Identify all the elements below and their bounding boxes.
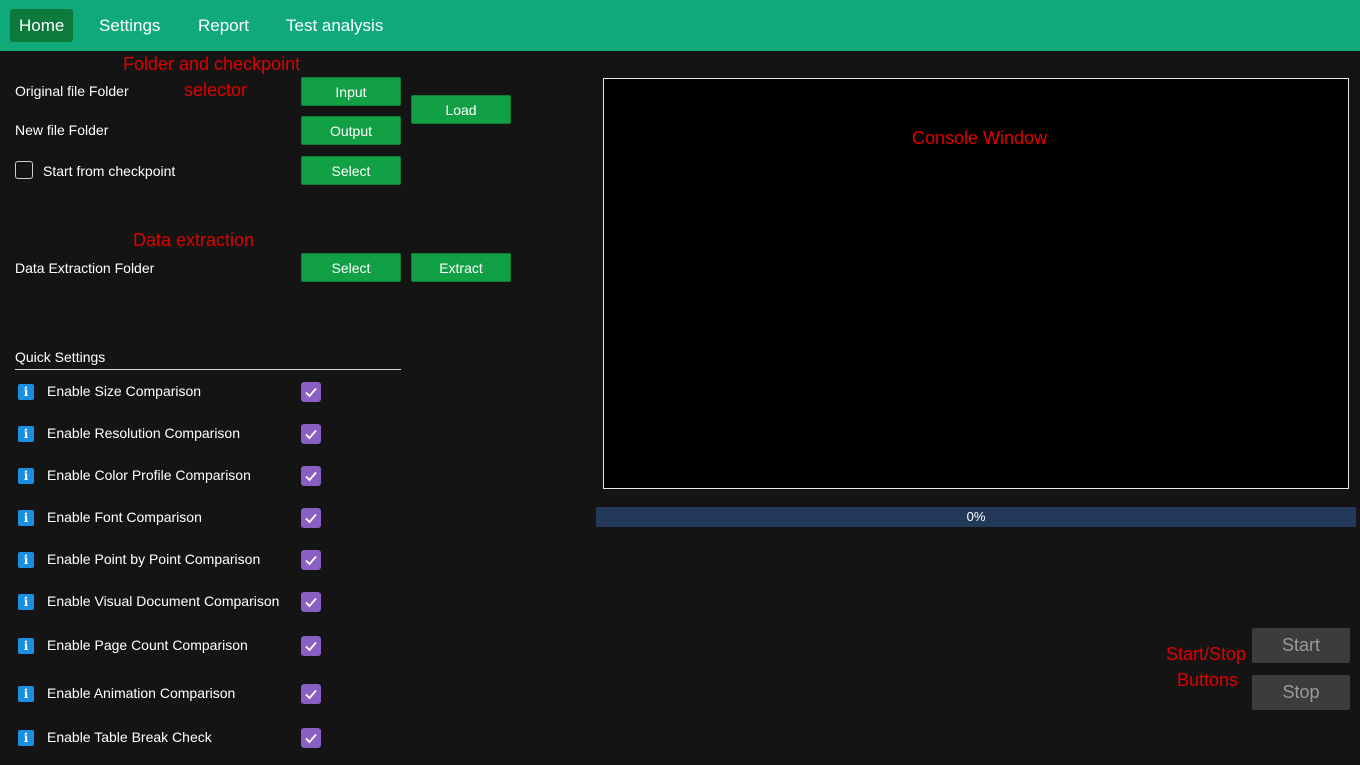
setting-checkbox[interactable] [301, 424, 321, 444]
info-icon[interactable]: i [18, 426, 34, 442]
info-icon[interactable]: i [18, 384, 34, 400]
extraction-select-button[interactable]: Select [301, 253, 401, 282]
check-icon [305, 513, 317, 524]
setting-label: Enable Table Break Check [47, 729, 212, 745]
check-icon [305, 689, 317, 700]
checkpoint-checkbox[interactable] [15, 161, 33, 179]
setting-row-point-by-point: i Enable Point by Point Comparison [15, 548, 335, 572]
tab-report[interactable]: Report [189, 9, 258, 42]
console-window[interactable]: Console Window [603, 78, 1349, 489]
setting-row-color-profile: i Enable Color Profile Comparison [15, 464, 335, 488]
setting-checkbox[interactable] [301, 684, 321, 704]
setting-checkbox[interactable] [301, 382, 321, 402]
new-folder-label: New file Folder [15, 122, 109, 138]
setting-checkbox[interactable] [301, 728, 321, 748]
setting-row-resolution: i Enable Resolution Comparison [15, 422, 335, 446]
setting-row-page-count: i Enable Page Count Comparison [15, 634, 335, 658]
progress-bar: 0% [596, 507, 1356, 527]
checkpoint-select-button[interactable]: Select [301, 156, 401, 185]
info-icon[interactable]: i [18, 552, 34, 568]
setting-label: Enable Visual Document Comparison [47, 593, 280, 609]
data-extraction-folder-label: Data Extraction Folder [15, 260, 155, 276]
setting-checkbox[interactable] [301, 636, 321, 656]
input-folder-button[interactable]: Input [301, 77, 401, 106]
info-icon[interactable]: i [18, 686, 34, 702]
stop-button[interactable]: Stop [1252, 675, 1350, 710]
info-icon[interactable]: i [18, 730, 34, 746]
check-icon [305, 387, 317, 398]
annotation-start-stop-title: Start/Stop [1166, 644, 1247, 664]
setting-label: Enable Font Comparison [47, 509, 202, 525]
setting-row-visual-document: i Enable Visual Document Comparison [15, 590, 335, 614]
setting-label: Enable Page Count Comparison [47, 637, 248, 653]
check-icon [305, 733, 317, 744]
output-folder-button[interactable]: Output [301, 116, 401, 145]
tab-test-analysis[interactable]: Test analysis [277, 9, 392, 42]
original-folder-label: Original file Folder [15, 83, 129, 99]
setting-label: Enable Animation Comparison [47, 685, 236, 701]
check-icon [305, 429, 317, 440]
check-icon [305, 597, 317, 608]
load-button[interactable]: Load [411, 95, 511, 124]
extract-button[interactable]: Extract [411, 253, 511, 282]
setting-checkbox[interactable] [301, 508, 321, 528]
info-icon[interactable]: i [18, 510, 34, 526]
setting-checkbox[interactable] [301, 466, 321, 486]
setting-label: Enable Size Comparison [47, 383, 202, 399]
annotation-start-stop-subtitle: Buttons [1177, 670, 1239, 690]
checkpoint-label: Start from checkpoint [43, 163, 176, 179]
quick-settings-title: Quick Settings [15, 349, 106, 365]
setting-row-table-break: i Enable Table Break Check [15, 726, 335, 750]
check-icon [305, 471, 317, 482]
info-icon[interactable]: i [18, 594, 34, 610]
annotation-console: Console Window [912, 128, 1048, 148]
setting-checkbox[interactable] [301, 592, 321, 612]
top-nav-bar: Home Settings Report Test analysis [0, 0, 1360, 51]
info-icon[interactable]: i [18, 638, 34, 654]
setting-label: Enable Resolution Comparison [47, 425, 240, 441]
setting-checkbox[interactable] [301, 550, 321, 570]
annotation-folder-selector-subtitle: selector [184, 80, 248, 100]
info-icon[interactable]: i [18, 468, 34, 484]
setting-label: Enable Color Profile Comparison [47, 467, 251, 483]
setting-row-animation: i Enable Animation Comparison [15, 682, 335, 706]
setting-row-size: i Enable Size Comparison [15, 380, 335, 404]
quick-settings-divider [15, 369, 401, 370]
tab-settings[interactable]: Settings [90, 9, 169, 42]
check-icon [305, 555, 317, 566]
progress-label: 0% [966, 509, 986, 524]
setting-row-font: i Enable Font Comparison [15, 506, 335, 530]
check-icon [305, 641, 317, 652]
annotation-data-extraction: Data extraction [133, 230, 255, 250]
annotation-folder-selector-title: Folder and checkpoint [123, 54, 301, 74]
setting-label: Enable Point by Point Comparison [47, 551, 261, 567]
tab-home[interactable]: Home [10, 9, 74, 42]
start-button[interactable]: Start [1252, 628, 1350, 663]
